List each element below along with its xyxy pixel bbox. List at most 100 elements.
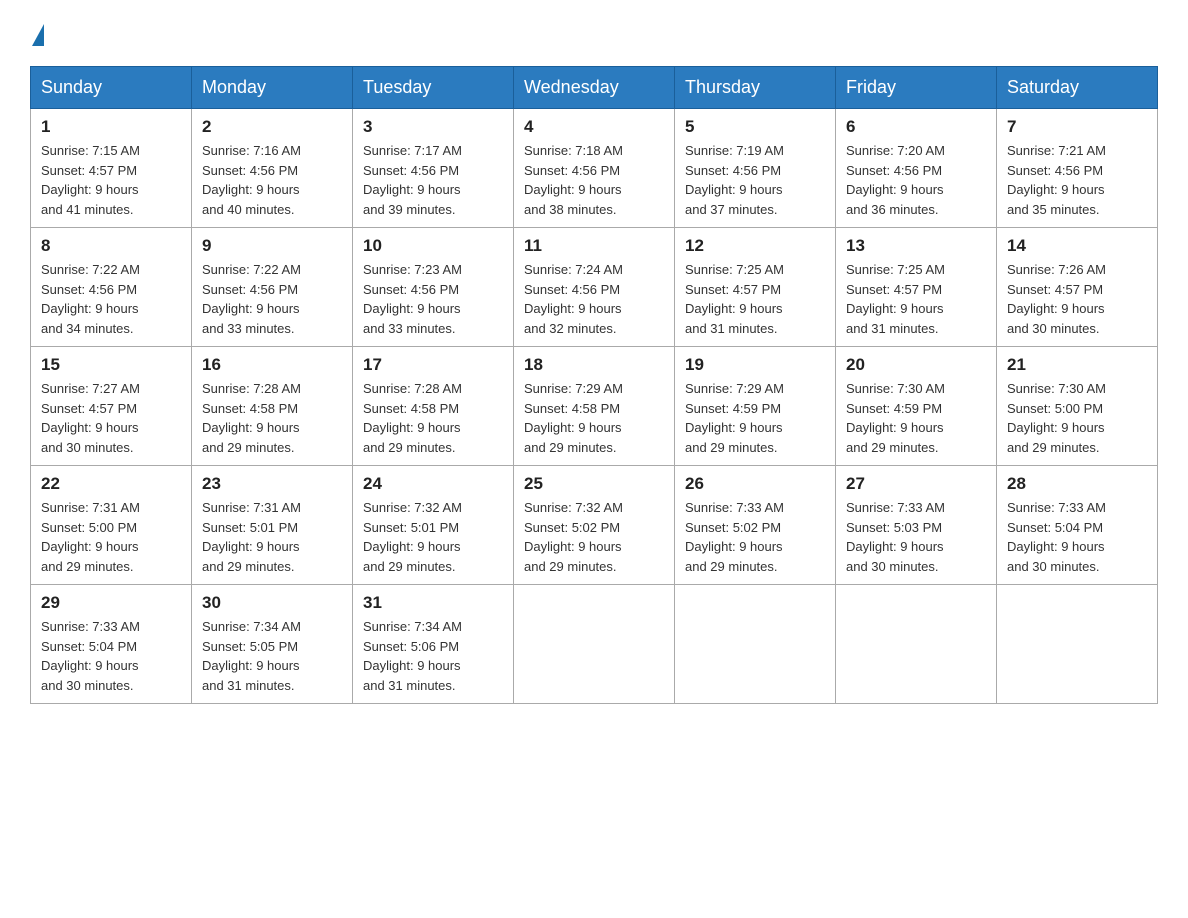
day-info: Sunrise: 7:20 AM Sunset: 4:56 PM Dayligh… (846, 141, 986, 219)
day-info: Sunrise: 7:17 AM Sunset: 4:56 PM Dayligh… (363, 141, 503, 219)
day-info: Sunrise: 7:29 AM Sunset: 4:58 PM Dayligh… (524, 379, 664, 457)
calendar-cell (997, 585, 1158, 704)
day-info: Sunrise: 7:24 AM Sunset: 4:56 PM Dayligh… (524, 260, 664, 338)
calendar-cell: 9 Sunrise: 7:22 AM Sunset: 4:56 PM Dayli… (192, 228, 353, 347)
calendar-cell: 28 Sunrise: 7:33 AM Sunset: 5:04 PM Dayl… (997, 466, 1158, 585)
day-info: Sunrise: 7:32 AM Sunset: 5:01 PM Dayligh… (363, 498, 503, 576)
day-info: Sunrise: 7:30 AM Sunset: 5:00 PM Dayligh… (1007, 379, 1147, 457)
calendar-header-row: SundayMondayTuesdayWednesdayThursdayFrid… (31, 67, 1158, 109)
calendar-cell (675, 585, 836, 704)
col-header-friday: Friday (836, 67, 997, 109)
col-header-saturday: Saturday (997, 67, 1158, 109)
day-number: 7 (1007, 117, 1147, 137)
calendar-cell: 22 Sunrise: 7:31 AM Sunset: 5:00 PM Dayl… (31, 466, 192, 585)
calendar-cell: 26 Sunrise: 7:33 AM Sunset: 5:02 PM Dayl… (675, 466, 836, 585)
day-info: Sunrise: 7:31 AM Sunset: 5:00 PM Dayligh… (41, 498, 181, 576)
day-number: 26 (685, 474, 825, 494)
day-number: 25 (524, 474, 664, 494)
day-number: 13 (846, 236, 986, 256)
calendar-week-row: 22 Sunrise: 7:31 AM Sunset: 5:00 PM Dayl… (31, 466, 1158, 585)
day-number: 12 (685, 236, 825, 256)
day-info: Sunrise: 7:15 AM Sunset: 4:57 PM Dayligh… (41, 141, 181, 219)
col-header-tuesday: Tuesday (353, 67, 514, 109)
calendar-cell: 20 Sunrise: 7:30 AM Sunset: 4:59 PM Dayl… (836, 347, 997, 466)
day-info: Sunrise: 7:22 AM Sunset: 4:56 PM Dayligh… (202, 260, 342, 338)
day-number: 27 (846, 474, 986, 494)
calendar-cell: 5 Sunrise: 7:19 AM Sunset: 4:56 PM Dayli… (675, 109, 836, 228)
day-number: 21 (1007, 355, 1147, 375)
day-info: Sunrise: 7:33 AM Sunset: 5:02 PM Dayligh… (685, 498, 825, 576)
calendar-cell: 7 Sunrise: 7:21 AM Sunset: 4:56 PM Dayli… (997, 109, 1158, 228)
calendar-cell: 15 Sunrise: 7:27 AM Sunset: 4:57 PM Dayl… (31, 347, 192, 466)
day-info: Sunrise: 7:26 AM Sunset: 4:57 PM Dayligh… (1007, 260, 1147, 338)
day-number: 18 (524, 355, 664, 375)
col-header-wednesday: Wednesday (514, 67, 675, 109)
day-number: 29 (41, 593, 181, 613)
calendar-cell: 6 Sunrise: 7:20 AM Sunset: 4:56 PM Dayli… (836, 109, 997, 228)
day-number: 11 (524, 236, 664, 256)
day-info: Sunrise: 7:22 AM Sunset: 4:56 PM Dayligh… (41, 260, 181, 338)
calendar-cell: 14 Sunrise: 7:26 AM Sunset: 4:57 PM Dayl… (997, 228, 1158, 347)
logo (30, 20, 44, 46)
day-number: 19 (685, 355, 825, 375)
calendar-week-row: 8 Sunrise: 7:22 AM Sunset: 4:56 PM Dayli… (31, 228, 1158, 347)
day-number: 20 (846, 355, 986, 375)
day-info: Sunrise: 7:25 AM Sunset: 4:57 PM Dayligh… (685, 260, 825, 338)
page-header (30, 20, 1158, 46)
calendar-cell: 3 Sunrise: 7:17 AM Sunset: 4:56 PM Dayli… (353, 109, 514, 228)
day-info: Sunrise: 7:29 AM Sunset: 4:59 PM Dayligh… (685, 379, 825, 457)
calendar-cell: 24 Sunrise: 7:32 AM Sunset: 5:01 PM Dayl… (353, 466, 514, 585)
calendar-cell: 27 Sunrise: 7:33 AM Sunset: 5:03 PM Dayl… (836, 466, 997, 585)
day-info: Sunrise: 7:18 AM Sunset: 4:56 PM Dayligh… (524, 141, 664, 219)
calendar-cell: 29 Sunrise: 7:33 AM Sunset: 5:04 PM Dayl… (31, 585, 192, 704)
day-number: 4 (524, 117, 664, 137)
calendar-cell: 1 Sunrise: 7:15 AM Sunset: 4:57 PM Dayli… (31, 109, 192, 228)
calendar-cell: 25 Sunrise: 7:32 AM Sunset: 5:02 PM Dayl… (514, 466, 675, 585)
day-number: 3 (363, 117, 503, 137)
day-info: Sunrise: 7:28 AM Sunset: 4:58 PM Dayligh… (202, 379, 342, 457)
calendar-week-row: 15 Sunrise: 7:27 AM Sunset: 4:57 PM Dayl… (31, 347, 1158, 466)
day-info: Sunrise: 7:16 AM Sunset: 4:56 PM Dayligh… (202, 141, 342, 219)
calendar-cell: 19 Sunrise: 7:29 AM Sunset: 4:59 PM Dayl… (675, 347, 836, 466)
calendar-cell: 10 Sunrise: 7:23 AM Sunset: 4:56 PM Dayl… (353, 228, 514, 347)
col-header-sunday: Sunday (31, 67, 192, 109)
day-info: Sunrise: 7:19 AM Sunset: 4:56 PM Dayligh… (685, 141, 825, 219)
day-number: 31 (363, 593, 503, 613)
calendar-cell: 16 Sunrise: 7:28 AM Sunset: 4:58 PM Dayl… (192, 347, 353, 466)
day-number: 17 (363, 355, 503, 375)
day-info: Sunrise: 7:21 AM Sunset: 4:56 PM Dayligh… (1007, 141, 1147, 219)
day-info: Sunrise: 7:31 AM Sunset: 5:01 PM Dayligh… (202, 498, 342, 576)
logo-triangle-icon (32, 24, 44, 46)
calendar-cell: 2 Sunrise: 7:16 AM Sunset: 4:56 PM Dayli… (192, 109, 353, 228)
day-number: 22 (41, 474, 181, 494)
day-info: Sunrise: 7:32 AM Sunset: 5:02 PM Dayligh… (524, 498, 664, 576)
day-number: 15 (41, 355, 181, 375)
day-info: Sunrise: 7:33 AM Sunset: 5:04 PM Dayligh… (41, 617, 181, 695)
calendar-cell: 31 Sunrise: 7:34 AM Sunset: 5:06 PM Dayl… (353, 585, 514, 704)
calendar-cell: 23 Sunrise: 7:31 AM Sunset: 5:01 PM Dayl… (192, 466, 353, 585)
calendar-cell: 13 Sunrise: 7:25 AM Sunset: 4:57 PM Dayl… (836, 228, 997, 347)
day-number: 2 (202, 117, 342, 137)
day-info: Sunrise: 7:27 AM Sunset: 4:57 PM Dayligh… (41, 379, 181, 457)
day-info: Sunrise: 7:28 AM Sunset: 4:58 PM Dayligh… (363, 379, 503, 457)
day-number: 5 (685, 117, 825, 137)
col-header-thursday: Thursday (675, 67, 836, 109)
day-info: Sunrise: 7:34 AM Sunset: 5:05 PM Dayligh… (202, 617, 342, 695)
calendar-cell (514, 585, 675, 704)
day-info: Sunrise: 7:33 AM Sunset: 5:03 PM Dayligh… (846, 498, 986, 576)
day-number: 28 (1007, 474, 1147, 494)
calendar-cell: 8 Sunrise: 7:22 AM Sunset: 4:56 PM Dayli… (31, 228, 192, 347)
calendar-cell (836, 585, 997, 704)
day-info: Sunrise: 7:33 AM Sunset: 5:04 PM Dayligh… (1007, 498, 1147, 576)
calendar-cell: 18 Sunrise: 7:29 AM Sunset: 4:58 PM Dayl… (514, 347, 675, 466)
calendar-cell: 21 Sunrise: 7:30 AM Sunset: 5:00 PM Dayl… (997, 347, 1158, 466)
day-info: Sunrise: 7:30 AM Sunset: 4:59 PM Dayligh… (846, 379, 986, 457)
calendar-week-row: 29 Sunrise: 7:33 AM Sunset: 5:04 PM Dayl… (31, 585, 1158, 704)
day-number: 10 (363, 236, 503, 256)
calendar-table: SundayMondayTuesdayWednesdayThursdayFrid… (30, 66, 1158, 704)
calendar-cell: 17 Sunrise: 7:28 AM Sunset: 4:58 PM Dayl… (353, 347, 514, 466)
day-number: 30 (202, 593, 342, 613)
day-number: 9 (202, 236, 342, 256)
day-number: 23 (202, 474, 342, 494)
day-number: 14 (1007, 236, 1147, 256)
